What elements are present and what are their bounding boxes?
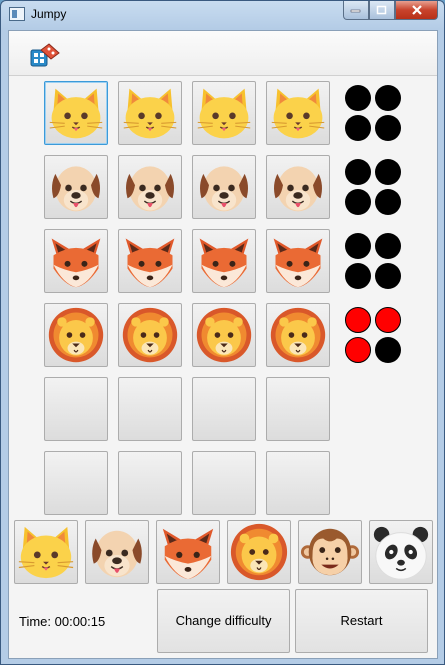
black-peg: [375, 85, 401, 111]
maximize-icon: [376, 5, 387, 15]
black-peg: [345, 233, 371, 259]
guess-slot[interactable]: [192, 303, 256, 367]
close-button[interactable]: [395, 1, 438, 20]
guess-slot[interactable]: [192, 229, 256, 293]
black-peg: [375, 263, 401, 289]
red-peg: [375, 307, 401, 333]
cat-icon: [123, 88, 177, 139]
guess-slot[interactable]: [192, 451, 256, 515]
window-title: Jumpy: [31, 7, 67, 21]
palette-dog[interactable]: [85, 520, 149, 584]
score-pegs: [345, 307, 401, 363]
black-peg: [375, 115, 401, 141]
black-peg: [345, 85, 371, 111]
black-peg: [375, 189, 401, 215]
guess-slot[interactable]: [44, 451, 108, 515]
fox-icon: [162, 528, 214, 580]
black-peg: [345, 159, 371, 185]
guess-slot[interactable]: [192, 155, 256, 219]
black-peg: [375, 233, 401, 259]
app-window: Jumpy Time: 00:00:15 Change difficulty R…: [0, 0, 445, 665]
client-area: Time: 00:00:15 Change difficulty Restart: [8, 30, 438, 659]
minimize-icon: [350, 9, 361, 13]
toolbar: [9, 31, 437, 76]
maximize-button[interactable]: [369, 1, 395, 20]
lion-icon: [270, 307, 326, 363]
dog-icon: [52, 166, 100, 212]
palette-fox[interactable]: [156, 520, 220, 584]
dog-icon: [200, 166, 248, 212]
panda-icon: [373, 526, 429, 580]
black-peg: [345, 115, 371, 141]
cat-icon: [271, 88, 325, 139]
minimize-button[interactable]: [343, 1, 369, 20]
guess-slot[interactable]: [266, 451, 330, 515]
elapsed-time: Time: 00:00:15: [19, 614, 106, 629]
lion-icon: [48, 307, 104, 363]
red-peg: [345, 337, 371, 363]
guess-slot[interactable]: [266, 155, 330, 219]
guess-slot[interactable]: [118, 451, 182, 515]
fox-icon: [51, 238, 101, 288]
red-peg: [345, 307, 371, 333]
fox-icon: [273, 238, 323, 288]
dog-icon: [274, 166, 322, 212]
dice-icon: [30, 43, 60, 67]
guess-slot[interactable]: [266, 377, 330, 441]
score-pegs: [345, 159, 401, 215]
score-pegs: [345, 85, 401, 141]
guess-slot[interactable]: [192, 377, 256, 441]
palette-monkey[interactable]: [298, 520, 362, 584]
palette-panda[interactable]: [369, 520, 433, 584]
lion-icon: [230, 523, 288, 581]
score-pegs: [345, 233, 401, 289]
guess-slot[interactable]: [266, 81, 330, 145]
cat-icon: [49, 88, 103, 139]
app-window-icon: [9, 7, 25, 21]
lion-icon: [196, 307, 252, 363]
guess-slot[interactable]: [118, 229, 182, 293]
palette-lion[interactable]: [227, 520, 291, 584]
guess-slot[interactable]: [44, 229, 108, 293]
title-bar: Jumpy: [1, 1, 444, 27]
guess-slot[interactable]: [118, 81, 182, 145]
dog-icon: [92, 530, 142, 578]
lion-icon: [122, 307, 178, 363]
guess-slot[interactable]: [192, 81, 256, 145]
palette-cat[interactable]: [14, 520, 78, 584]
close-icon: [411, 5, 422, 15]
black-peg: [345, 189, 371, 215]
guess-slot[interactable]: [44, 81, 108, 145]
guess-slot[interactable]: [44, 377, 108, 441]
guess-slot[interactable]: [44, 303, 108, 367]
guess-slot[interactable]: [266, 229, 330, 293]
monkey-icon: [300, 528, 360, 576]
guess-slot[interactable]: [118, 303, 182, 367]
guess-slot[interactable]: [266, 303, 330, 367]
guess-slot[interactable]: [44, 155, 108, 219]
difficulty-menu-button[interactable]: [27, 41, 63, 71]
change-difficulty-button[interactable]: Change difficulty: [157, 589, 290, 653]
dog-icon: [126, 166, 174, 212]
guess-slot[interactable]: [118, 155, 182, 219]
cat-icon: [18, 526, 74, 579]
black-peg: [345, 263, 371, 289]
fox-icon: [199, 238, 249, 288]
black-peg: [375, 337, 401, 363]
black-peg: [375, 159, 401, 185]
guess-slot[interactable]: [118, 377, 182, 441]
restart-button[interactable]: Restart: [295, 589, 428, 653]
cat-icon: [197, 88, 251, 139]
fox-icon: [125, 238, 175, 288]
